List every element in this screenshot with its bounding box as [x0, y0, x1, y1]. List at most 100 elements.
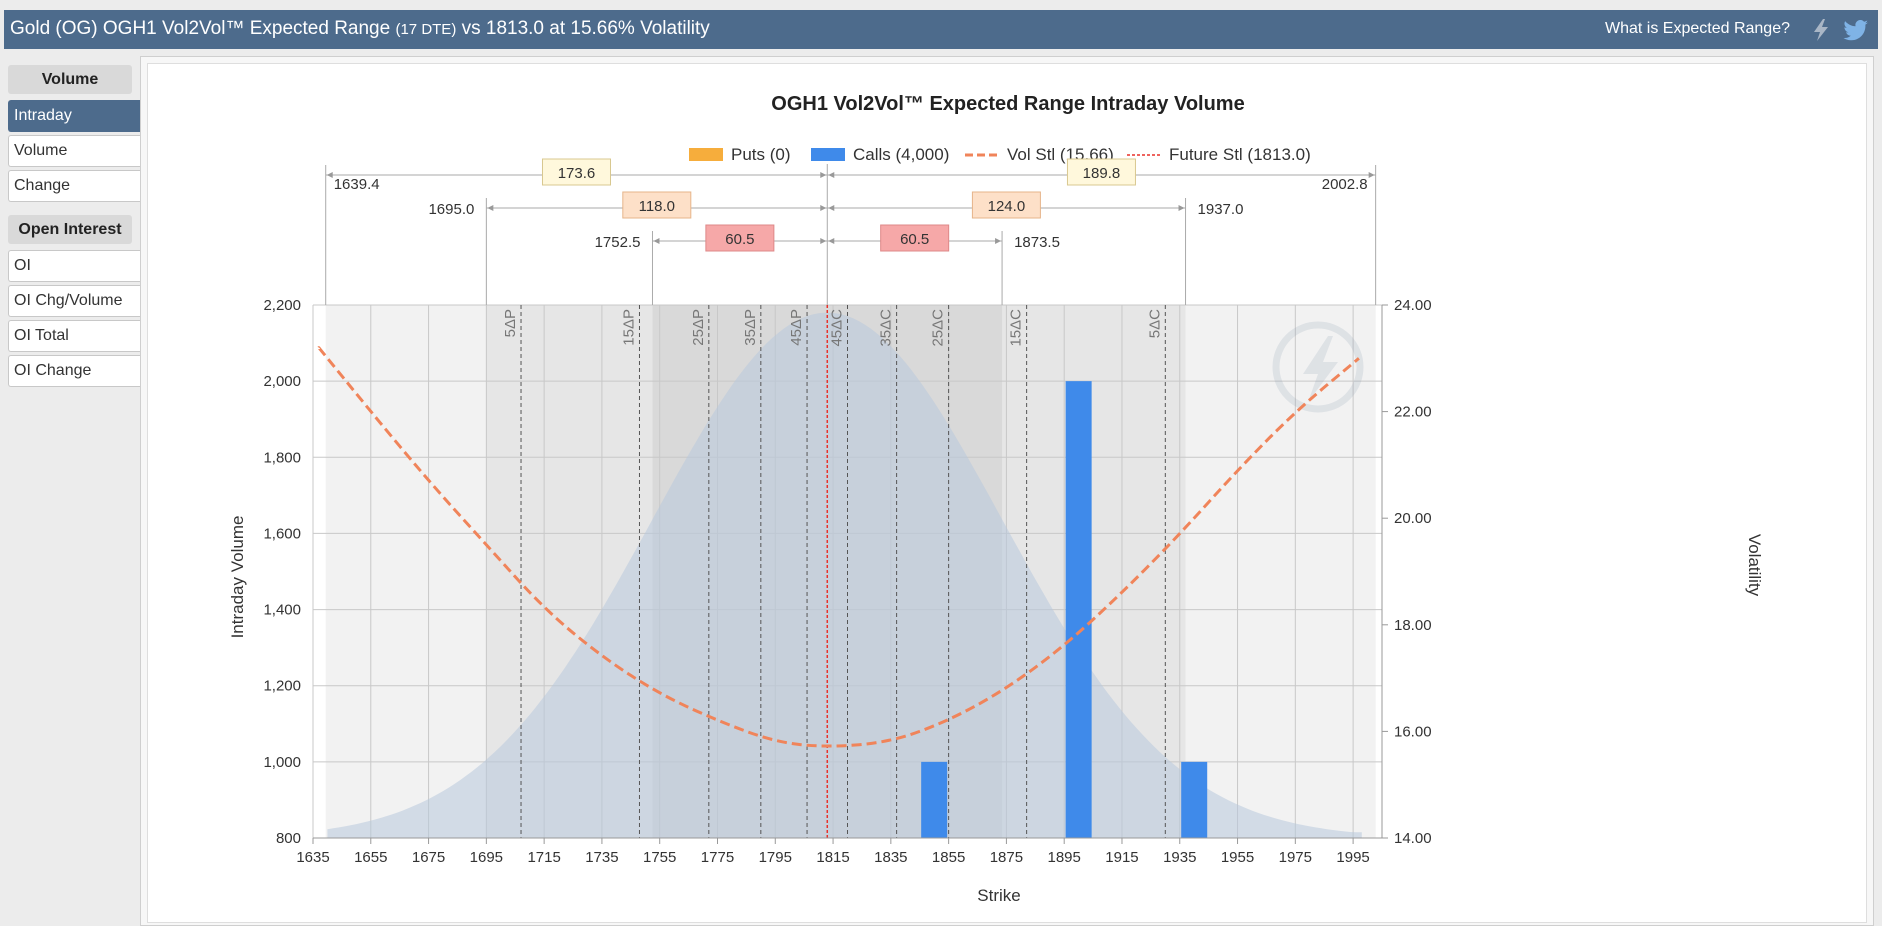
- delta-label: 15ΔP: [620, 309, 637, 346]
- open-interest-heading: Open Interest: [8, 215, 132, 244]
- range-width-label: 60.5: [725, 231, 754, 248]
- title-rest: vs 1813.0 at 15.66% Volatility: [461, 18, 710, 39]
- range-arrowhead: [828, 238, 835, 244]
- range-high-label: 1873.5: [1014, 234, 1060, 251]
- x-tick-label: 1755: [643, 849, 676, 866]
- range-width-label: 173.6: [558, 165, 596, 182]
- delta-label: 25ΔC: [930, 309, 947, 347]
- y2-axis-label: Volatility: [1745, 534, 1764, 597]
- y2-tick-label: 20.00: [1394, 510, 1432, 527]
- range-arrowhead: [820, 172, 827, 178]
- legend-label-future: Future Stl (1813.0): [1169, 145, 1311, 164]
- x-tick-label: 1975: [1279, 849, 1312, 866]
- delta-label: 5ΔC: [1146, 309, 1163, 338]
- legend-label-puts: Puts (0): [731, 145, 791, 164]
- delta-label: 15ΔC: [1008, 309, 1025, 347]
- range-low-label: 1752.5: [595, 234, 641, 251]
- title-main: Gold (OG) OGH1 Vol2Vol™ Expected Range: [10, 18, 391, 39]
- range-arrowhead: [820, 238, 827, 244]
- y-axis-label: Intraday Volume: [228, 516, 247, 639]
- x-tick-label: 1695: [470, 849, 503, 866]
- y-tick-label: 2,200: [263, 297, 301, 314]
- range-width-label: 124.0: [988, 198, 1026, 215]
- sidebar: Volume Intraday Volume Change Open Inter…: [8, 65, 140, 390]
- range-arrowhead: [1368, 172, 1375, 178]
- range-arrowhead: [653, 238, 660, 244]
- delta-label: 35ΔC: [878, 309, 895, 347]
- range-width-label: 60.5: [900, 231, 929, 248]
- x-tick-label: 1895: [1048, 849, 1081, 866]
- x-tick-label: 1715: [527, 849, 560, 866]
- lightning-icon[interactable]: [1808, 17, 1834, 43]
- delta-label: 35ΔP: [742, 309, 759, 346]
- sidebar-item-oi-chg-volume[interactable]: OI Chg/Volume: [8, 285, 140, 317]
- title-dte: (17 DTE): [395, 21, 457, 38]
- chart-title: OGH1 Vol2Vol™ Expected Range Intraday Vo…: [771, 93, 1244, 115]
- legend-label-calls: Calls (4,000): [853, 145, 949, 164]
- y-tick-label: 2,000: [263, 373, 301, 390]
- calls-bar: [1181, 761, 1208, 838]
- range-arrowhead: [828, 205, 835, 211]
- calls-bar: [921, 761, 948, 838]
- delta-label: 25ΔP: [690, 309, 707, 346]
- plot-area: 5ΔP 15ΔP 25ΔP 35ΔP 45ΔP 45ΔC 35ΔC 25ΔC 15ΔC 5ΔC 16…: [263, 158, 1432, 866]
- x-tick-label: 1835: [874, 849, 907, 866]
- y-tick-label: 1,800: [263, 449, 301, 466]
- range-width-label: 118.0: [639, 198, 675, 215]
- x-tick-label: 1875: [990, 849, 1023, 866]
- sidebar-item-oi-change[interactable]: OI Change: [8, 355, 140, 387]
- sidebar-item-change[interactable]: Change: [8, 170, 140, 202]
- calls-bar: [1065, 381, 1092, 838]
- x-tick-label: 1995: [1336, 849, 1369, 866]
- range-arrowhead: [828, 172, 835, 178]
- chart-panel: OGH1 Vol2Vol™ Expected Range Intraday Vo…: [140, 56, 1874, 926]
- range-high-label: 1937.0: [1198, 201, 1244, 218]
- range-arrowhead: [326, 172, 333, 178]
- y2-tick-label: 16.00: [1394, 723, 1432, 740]
- x-axis-label: Strike: [977, 886, 1020, 905]
- x-tick-label: 1735: [585, 849, 618, 866]
- x-tick-label: 1915: [1105, 849, 1138, 866]
- y2-tick-label: 14.00: [1394, 830, 1432, 847]
- x-tick-label: 1935: [1163, 849, 1196, 866]
- title-bar: Gold (OG) OGH1 Vol2Vol™ Expected Range (…: [4, 10, 1878, 49]
- page-title: Gold (OG) OGH1 Vol2Vol™ Expected Range (…: [10, 18, 710, 40]
- range-arrowhead: [1178, 205, 1185, 211]
- delta-label: 45ΔC: [829, 309, 846, 347]
- range-low-label: 1639.4: [334, 176, 380, 193]
- range-width-label: 189.8: [1083, 165, 1121, 182]
- sidebar-item-volume[interactable]: Volume: [8, 135, 140, 167]
- y-tick-label: 1,600: [263, 525, 301, 542]
- x-tick-label: 1795: [759, 849, 792, 866]
- twitter-icon[interactable]: [1842, 17, 1868, 43]
- y-tick-label: 1,200: [263, 678, 301, 695]
- chart-legend: Puts (0) Calls (4,000) Vol Stl (15.66) Futu…: [689, 145, 1311, 164]
- expected-range-help-link[interactable]: What is Expected Range?: [1605, 20, 1790, 38]
- y-tick-label: 1,000: [263, 754, 301, 771]
- range-arrowhead: [820, 205, 827, 211]
- chart-container: OGH1 Vol2Vol™ Expected Range Intraday Vo…: [147, 63, 1867, 923]
- x-tick-label: 1655: [354, 849, 387, 866]
- x-tick-label: 1855: [932, 849, 965, 866]
- x-tick-label: 1635: [296, 849, 329, 866]
- sidebar-item-oi-total[interactable]: OI Total: [8, 320, 140, 352]
- range-high-label: 2002.8: [1322, 176, 1368, 193]
- range-low-label: 1695.0: [428, 201, 474, 218]
- range-arrowhead: [995, 238, 1002, 244]
- legend-swatch-calls: [811, 148, 845, 161]
- y2-tick-label: 24.00: [1394, 297, 1432, 314]
- y2-tick-label: 22.00: [1394, 404, 1432, 421]
- sidebar-item-oi[interactable]: OI: [8, 250, 140, 282]
- delta-label: 5ΔP: [502, 309, 519, 337]
- volume-heading: Volume: [8, 65, 132, 94]
- y2-tick-label: 18.00: [1394, 617, 1432, 634]
- x-tick-label: 1675: [412, 849, 445, 866]
- x-tick-label: 1815: [816, 849, 849, 866]
- y-tick-label: 1,400: [263, 602, 301, 619]
- range-arrowhead: [487, 205, 494, 211]
- sidebar-item-intraday[interactable]: Intraday: [8, 100, 140, 132]
- y-tick-label: 800: [276, 830, 301, 847]
- x-tick-label: 1955: [1221, 849, 1254, 866]
- x-tick-label: 1775: [701, 849, 734, 866]
- delta-label: 45ΔP: [788, 309, 805, 346]
